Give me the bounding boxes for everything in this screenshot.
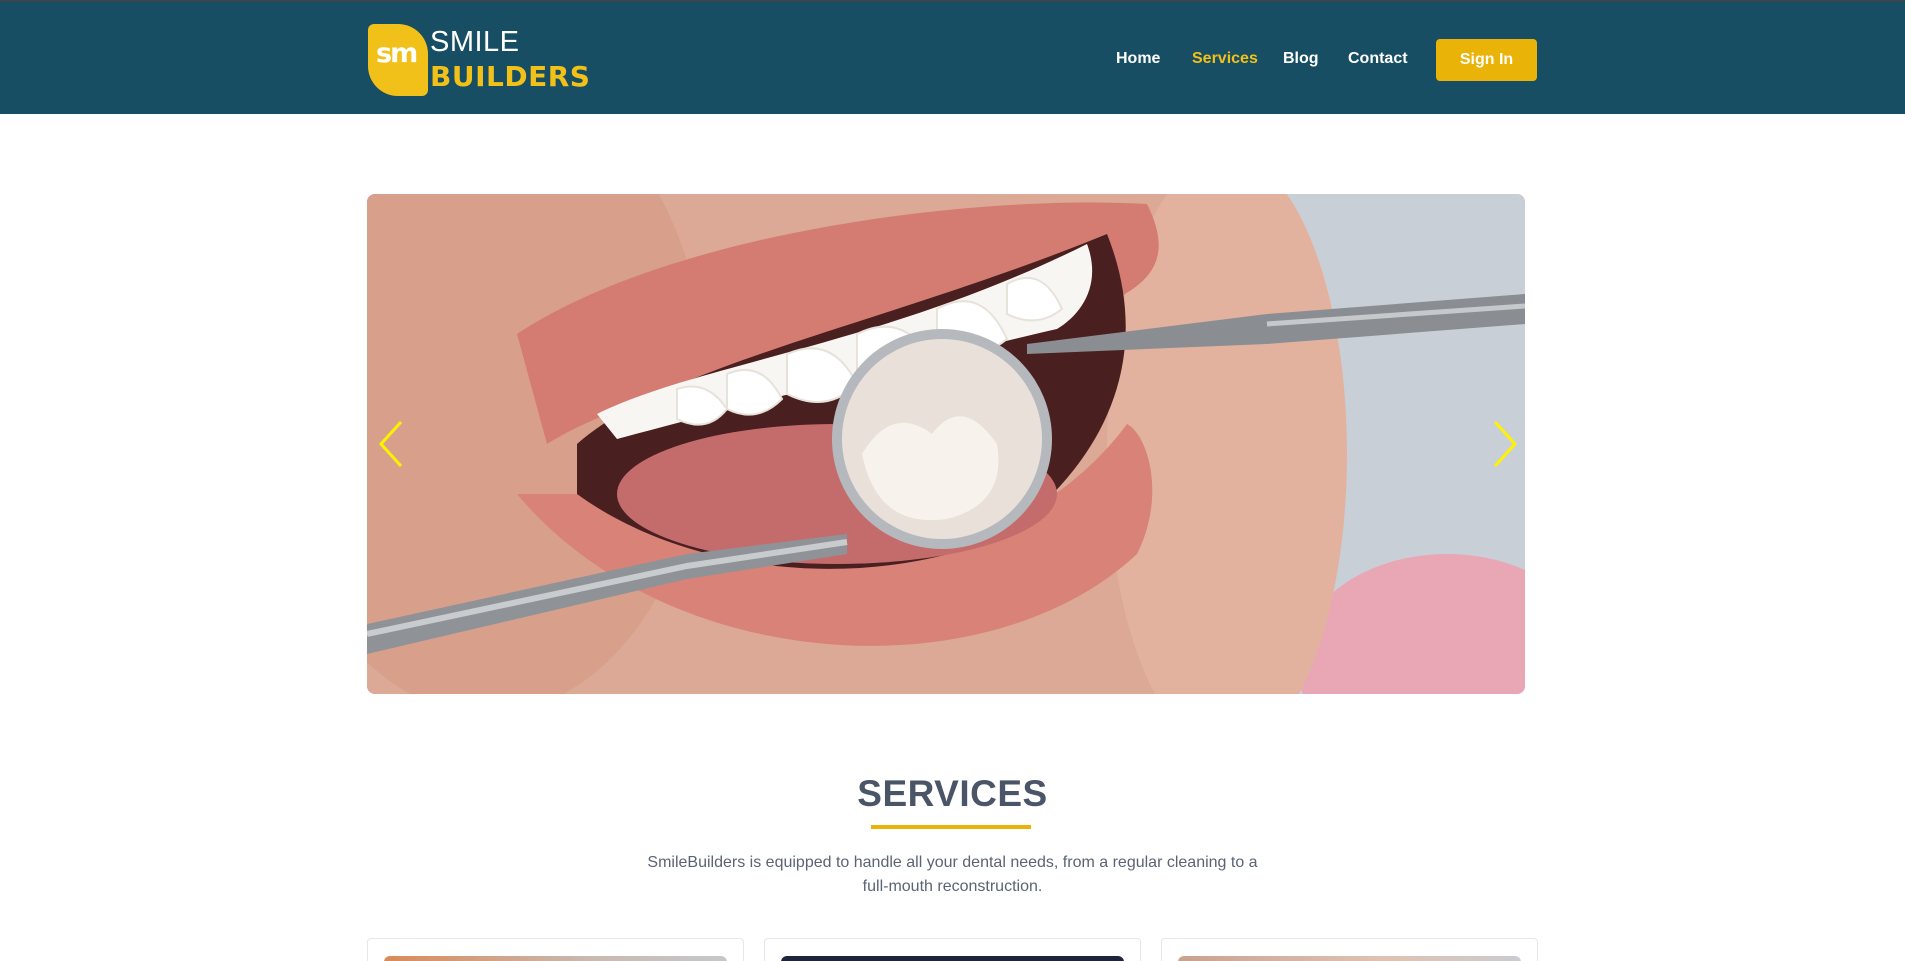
services-heading: SERVICES <box>857 773 1048 814</box>
service-card[interactable] <box>367 938 744 961</box>
logo-mark-text: sm <box>376 38 418 69</box>
hero-image <box>367 194 1525 694</box>
logo[interactable]: sm SMILE BUILDERS <box>368 22 591 98</box>
chevron-left-icon <box>378 420 403 468</box>
sign-in-button[interactable]: Sign In <box>1436 39 1537 81</box>
nav-blog[interactable]: Blog <box>1283 50 1319 68</box>
carousel-prev-button[interactable] <box>371 414 411 474</box>
carousel-next-button[interactable] <box>1485 414 1525 474</box>
site-header: sm SMILE BUILDERS Home Services Blog Con… <box>0 0 1905 114</box>
nav-home[interactable]: Home <box>1116 50 1160 68</box>
service-card-image <box>384 956 727 961</box>
nav-services[interactable]: Services <box>1192 50 1258 68</box>
nav-contact[interactable]: Contact <box>1348 50 1408 68</box>
services-description: SmileBuilders is equipped to handle all … <box>640 851 1265 899</box>
service-card[interactable] <box>764 938 1141 961</box>
chevron-right-icon <box>1493 420 1518 468</box>
service-card-image <box>1178 956 1521 961</box>
service-card[interactable] <box>1161 938 1538 961</box>
services-description-line-2: full-mouth reconstruction. <box>862 878 1043 895</box>
service-card-image <box>781 956 1124 961</box>
hero-carousel <box>367 194 1525 694</box>
logo-mark: sm <box>368 24 428 96</box>
logo-text-builders: BUILDERS <box>430 60 591 93</box>
services-description-line-1: SmileBuilders is equipped to handle all … <box>647 854 1258 871</box>
services-heading-underline <box>871 825 1031 829</box>
logo-text-smile: SMILE <box>430 26 520 58</box>
